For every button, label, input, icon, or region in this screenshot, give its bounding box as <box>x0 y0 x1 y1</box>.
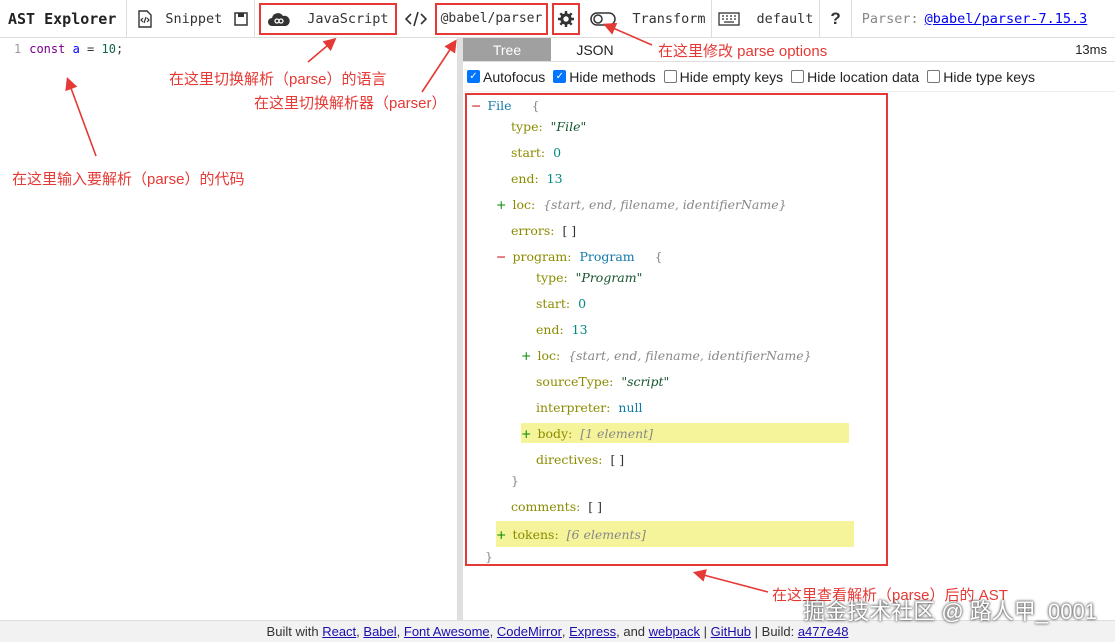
checkbox[interactable] <box>927 70 941 83</box>
option-label: Hide empty keys <box>679 68 784 85</box>
snippet-icon <box>137 9 153 28</box>
help-button[interactable]: ? <box>820 0 850 38</box>
ast-highlight-box <box>465 93 888 566</box>
code-keyword: const <box>29 42 66 56</box>
link-webpack[interactable]: webpack <box>649 624 700 639</box>
keymap-label: default <box>756 10 814 27</box>
code-editor[interactable]: 1 const a = 10; <box>0 38 458 620</box>
tree-options: ✓ Autofocus ✓ Hide methods Hide empty keys… <box>463 62 1115 92</box>
option-hide-type-keys[interactable]: Hide type keys <box>927 69 1035 85</box>
footer-build: Build: <box>761 624 795 639</box>
save-button[interactable] <box>228 0 254 38</box>
save-icon <box>234 11 249 26</box>
snippet-button[interactable]: Snippet <box>127 0 228 38</box>
parse-time: 13ms <box>1075 42 1107 57</box>
link-github[interactable]: GitHub <box>711 624 751 639</box>
language-selector[interactable]: JavaScript <box>259 2 397 35</box>
parser-name: @babel/parser <box>440 11 543 26</box>
transform-label: Transform <box>632 10 706 27</box>
keyboard-icon <box>718 11 741 26</box>
option-label: Hide location data <box>807 68 920 85</box>
link-build-hash[interactable]: a477e48 <box>798 624 849 639</box>
annotation-parser: 在这里切换解析器（parser） <box>254 95 447 112</box>
checkbox-checked[interactable]: ✓ <box>553 70 567 83</box>
link-codemirror[interactable]: CodeMirror <box>497 624 562 639</box>
footer-and: , and <box>616 624 646 639</box>
divider <box>254 0 256 38</box>
code-icon-button[interactable] <box>397 0 435 38</box>
option-label: Autofocus <box>483 68 546 85</box>
checkbox[interactable] <box>663 70 677 83</box>
annotation-options: 在这里修改 parse options <box>658 43 828 60</box>
toolbar: AST Explorer Snippet JavaScript @babel/p… <box>0 0 1115 38</box>
divider <box>850 0 852 38</box>
code-variable: a <box>72 42 80 56</box>
parser-selector[interactable]: @babel/parser <box>434 2 549 35</box>
checkbox-checked[interactable]: ✓ <box>467 70 480 83</box>
line-number: 1 <box>14 42 22 56</box>
option-label: Hide methods <box>569 68 656 85</box>
footer-built-with: Built with <box>266 624 319 639</box>
code-semicolon: ; <box>115 42 124 56</box>
cloud-icon <box>267 11 291 27</box>
parser-info: Parser: @babel/parser-7.15.3 <box>862 0 1093 38</box>
tab-json[interactable]: JSON <box>551 38 639 61</box>
parser-prefix: Parser: <box>861 10 919 27</box>
tab-tree[interactable]: Tree <box>463 38 551 61</box>
parser-settings-button[interactable] <box>552 2 581 35</box>
link-fontawesome[interactable]: Font Awesome <box>404 624 490 639</box>
language-label: JavaScript <box>307 10 389 27</box>
link-express[interactable]: Express <box>569 624 616 639</box>
link-babel[interactable]: Babel <box>363 624 396 639</box>
code-icon <box>404 11 427 27</box>
code-operator: = <box>79 42 102 56</box>
option-hide-empty-keys[interactable]: Hide empty keys <box>663 68 784 85</box>
annotation-language: 在这里切换解析（parse）的语言 <box>169 71 387 88</box>
option-hide-methods[interactable]: ✓ Hide methods <box>553 68 656 85</box>
toggle-off-icon <box>590 11 617 27</box>
annotation-code: 在这里输入要解析（parse）的代码 <box>12 171 245 188</box>
code-line[interactable]: 1 const a = 10; <box>0 38 457 56</box>
app-title: AST Explorer <box>8 9 117 28</box>
keymap-selector[interactable]: default <box>712 0 819 38</box>
snippet-label: Snippet <box>165 10 223 27</box>
gear-icon <box>558 10 575 27</box>
parser-version-link[interactable]: @babel/parser-7.15.3 <box>925 11 1088 27</box>
watermark: 掘金技术社区 @ 路人甲_0001 <box>803 599 1097 624</box>
checkbox[interactable] <box>791 70 805 83</box>
option-autofocus[interactable]: ✓ Autofocus <box>467 69 545 85</box>
option-label: Hide type keys <box>943 68 1036 85</box>
link-react[interactable]: React <box>322 624 356 639</box>
code-number: 10 <box>101 42 116 56</box>
transform-toggle[interactable]: Transform <box>580 0 711 38</box>
question-icon: ? <box>830 8 841 28</box>
option-hide-location-data[interactable]: Hide location data <box>791 69 919 85</box>
